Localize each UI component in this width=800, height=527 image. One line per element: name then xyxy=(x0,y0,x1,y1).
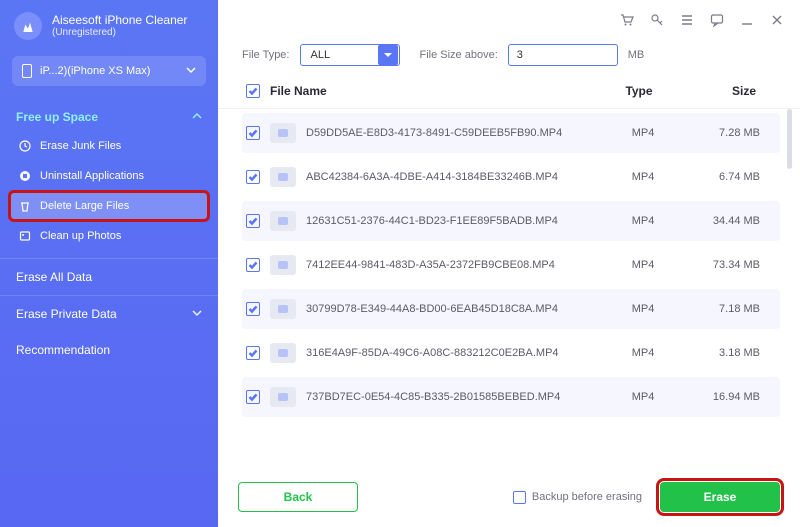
table-header: File Name Type Size xyxy=(218,78,800,109)
file-name: 7412EE44-9841-483D-A35A-2372FB9CBE08.MP4 xyxy=(306,259,555,271)
file-type: MP4 xyxy=(608,127,678,139)
file-type: MP4 xyxy=(608,303,678,315)
file-size: 16.94 MB xyxy=(678,391,768,403)
file-type: MP4 xyxy=(608,215,678,227)
row-checkbox[interactable] xyxy=(246,390,260,404)
file-list: D59DD5AE-E8D3-4173-8491-C59DEEB5FB90.MP4… xyxy=(218,109,800,467)
file-type: MP4 xyxy=(608,259,678,271)
chevron-up-icon xyxy=(192,110,202,124)
app-logo-icon xyxy=(14,12,42,40)
file-name: 737BD7EC-0E54-4C85-B335-2B01585BEBED.MP4 xyxy=(306,391,560,403)
video-thumbnail-icon xyxy=(270,123,296,143)
row-checkbox[interactable] xyxy=(246,302,260,316)
section-erase-private-data[interactable]: Erase Private Data xyxy=(0,295,218,332)
section-erase-all-data[interactable]: Erase All Data xyxy=(0,258,218,295)
section-recommendation[interactable]: Recommendation xyxy=(0,332,218,368)
table-row[interactable]: 316E4A9F-85DA-49C6-A08C-883212C0E2BA.MP4… xyxy=(242,333,780,373)
file-name: ABC42384-6A3A-4DBE-A414-3184BE33246B.MP4 xyxy=(306,171,558,183)
menu-delete-large-files[interactable]: Delete Large Files xyxy=(10,192,208,220)
row-checkbox[interactable] xyxy=(246,258,260,272)
menu-icon[interactable] xyxy=(680,13,694,27)
file-type: MP4 xyxy=(608,171,678,183)
file-size: 7.28 MB xyxy=(678,127,768,139)
trash-icon xyxy=(18,199,32,213)
filter-bar: File Type: ALL File Size above: MB xyxy=(218,40,800,78)
table-row[interactable]: D59DD5AE-E8D3-4173-8491-C59DEEB5FB90.MP4… xyxy=(242,113,780,153)
backup-before-erasing[interactable]: Backup before erasing xyxy=(513,491,642,504)
select-all-checkbox[interactable] xyxy=(246,84,260,98)
file-type-select[interactable]: ALL xyxy=(300,44,400,66)
file-size-label: File Size above: xyxy=(420,49,498,61)
section-free-up-space[interactable]: Free up Space xyxy=(0,100,218,132)
key-icon[interactable] xyxy=(650,13,664,27)
app-title: Aiseesoft iPhone Cleaner xyxy=(52,13,187,27)
table-row[interactable]: 12631C51-2376-44C1-BD23-F1EE89F5BADB.MP4… xyxy=(242,201,780,241)
cart-icon[interactable] xyxy=(620,13,634,27)
file-size: 73.34 MB xyxy=(678,259,768,271)
sidebar: Aiseesoft iPhone Cleaner (Unregistered) … xyxy=(0,0,218,527)
brand-block: Aiseesoft iPhone Cleaner (Unregistered) xyxy=(0,0,218,50)
file-size-input[interactable] xyxy=(508,44,618,66)
video-thumbnail-icon xyxy=(270,255,296,275)
file-type: MP4 xyxy=(608,391,678,403)
unit-label: MB xyxy=(628,49,645,61)
video-thumbnail-icon xyxy=(270,167,296,187)
chevron-down-icon xyxy=(192,307,202,321)
file-size: 34.44 MB xyxy=(678,215,768,227)
device-selector[interactable]: iP...2)(iPhone XS Max) xyxy=(12,56,206,86)
video-thumbnail-icon xyxy=(270,299,296,319)
table-row[interactable]: 737BD7EC-0E54-4C85-B335-2B01585BEBED.MP4… xyxy=(242,377,780,417)
free-up-space-menu: Erase Junk Files Uninstall Applications … xyxy=(0,132,218,258)
footer: Back Backup before erasing Erase xyxy=(218,467,800,527)
file-name: 12631C51-2376-44C1-BD23-F1EE89F5BADB.MP4 xyxy=(306,215,558,227)
scrollbar-thumb[interactable] xyxy=(787,109,792,169)
dropdown-caret-icon xyxy=(378,45,398,65)
file-size: 7.18 MB xyxy=(678,303,768,315)
row-checkbox[interactable] xyxy=(246,346,260,360)
file-size: 3.18 MB xyxy=(678,347,768,359)
file-type-label: File Type: xyxy=(242,49,290,61)
erase-button[interactable]: Erase xyxy=(660,482,780,512)
feedback-icon[interactable] xyxy=(710,13,724,27)
backup-checkbox[interactable] xyxy=(513,491,526,504)
menu-clean-up-photos[interactable]: Clean up Photos xyxy=(10,222,208,250)
file-type: MP4 xyxy=(608,347,678,359)
table-row[interactable]: 30799D78-E349-44A8-BD00-6EAB45D18C8A.MP4… xyxy=(242,289,780,329)
clock-icon xyxy=(18,139,32,153)
menu-erase-junk-files[interactable]: Erase Junk Files xyxy=(10,132,208,160)
file-size: 6.74 MB xyxy=(678,171,768,183)
row-checkbox[interactable] xyxy=(246,170,260,184)
col-file-name: File Name xyxy=(270,84,327,98)
row-checkbox[interactable] xyxy=(246,214,260,228)
chevron-down-icon xyxy=(186,65,196,78)
table-row[interactable]: ABC42384-6A3A-4DBE-A414-3184BE33246B.MP4… xyxy=(242,157,780,197)
file-name: D59DD5AE-E8D3-4173-8491-C59DEEB5FB90.MP4 xyxy=(306,127,562,139)
row-checkbox[interactable] xyxy=(246,126,260,140)
table-row[interactable]: 7412EE44-9841-483D-A35A-2372FB9CBE08.MP4… xyxy=(242,245,780,285)
col-size: Size xyxy=(674,84,764,98)
photo-icon xyxy=(18,229,32,243)
col-type: Type xyxy=(604,84,674,98)
titlebar xyxy=(218,0,800,40)
device-label: iP...2)(iPhone XS Max) xyxy=(40,65,150,77)
video-thumbnail-icon xyxy=(270,387,296,407)
video-thumbnail-icon xyxy=(270,211,296,231)
back-button[interactable]: Back xyxy=(238,482,358,512)
video-thumbnail-icon xyxy=(270,343,296,363)
main-panel: File Type: ALL File Size above: MB File … xyxy=(218,0,800,527)
registration-status: (Unregistered) xyxy=(52,27,187,39)
apps-icon xyxy=(18,169,32,183)
menu-uninstall-applications[interactable]: Uninstall Applications xyxy=(10,162,208,190)
phone-icon xyxy=(22,64,32,78)
close-icon[interactable] xyxy=(770,13,784,27)
file-name: 30799D78-E349-44A8-BD00-6EAB45D18C8A.MP4 xyxy=(306,303,558,315)
file-name: 316E4A9F-85DA-49C6-A08C-883212C0E2BA.MP4 xyxy=(306,347,559,359)
minimize-icon[interactable] xyxy=(740,13,754,27)
